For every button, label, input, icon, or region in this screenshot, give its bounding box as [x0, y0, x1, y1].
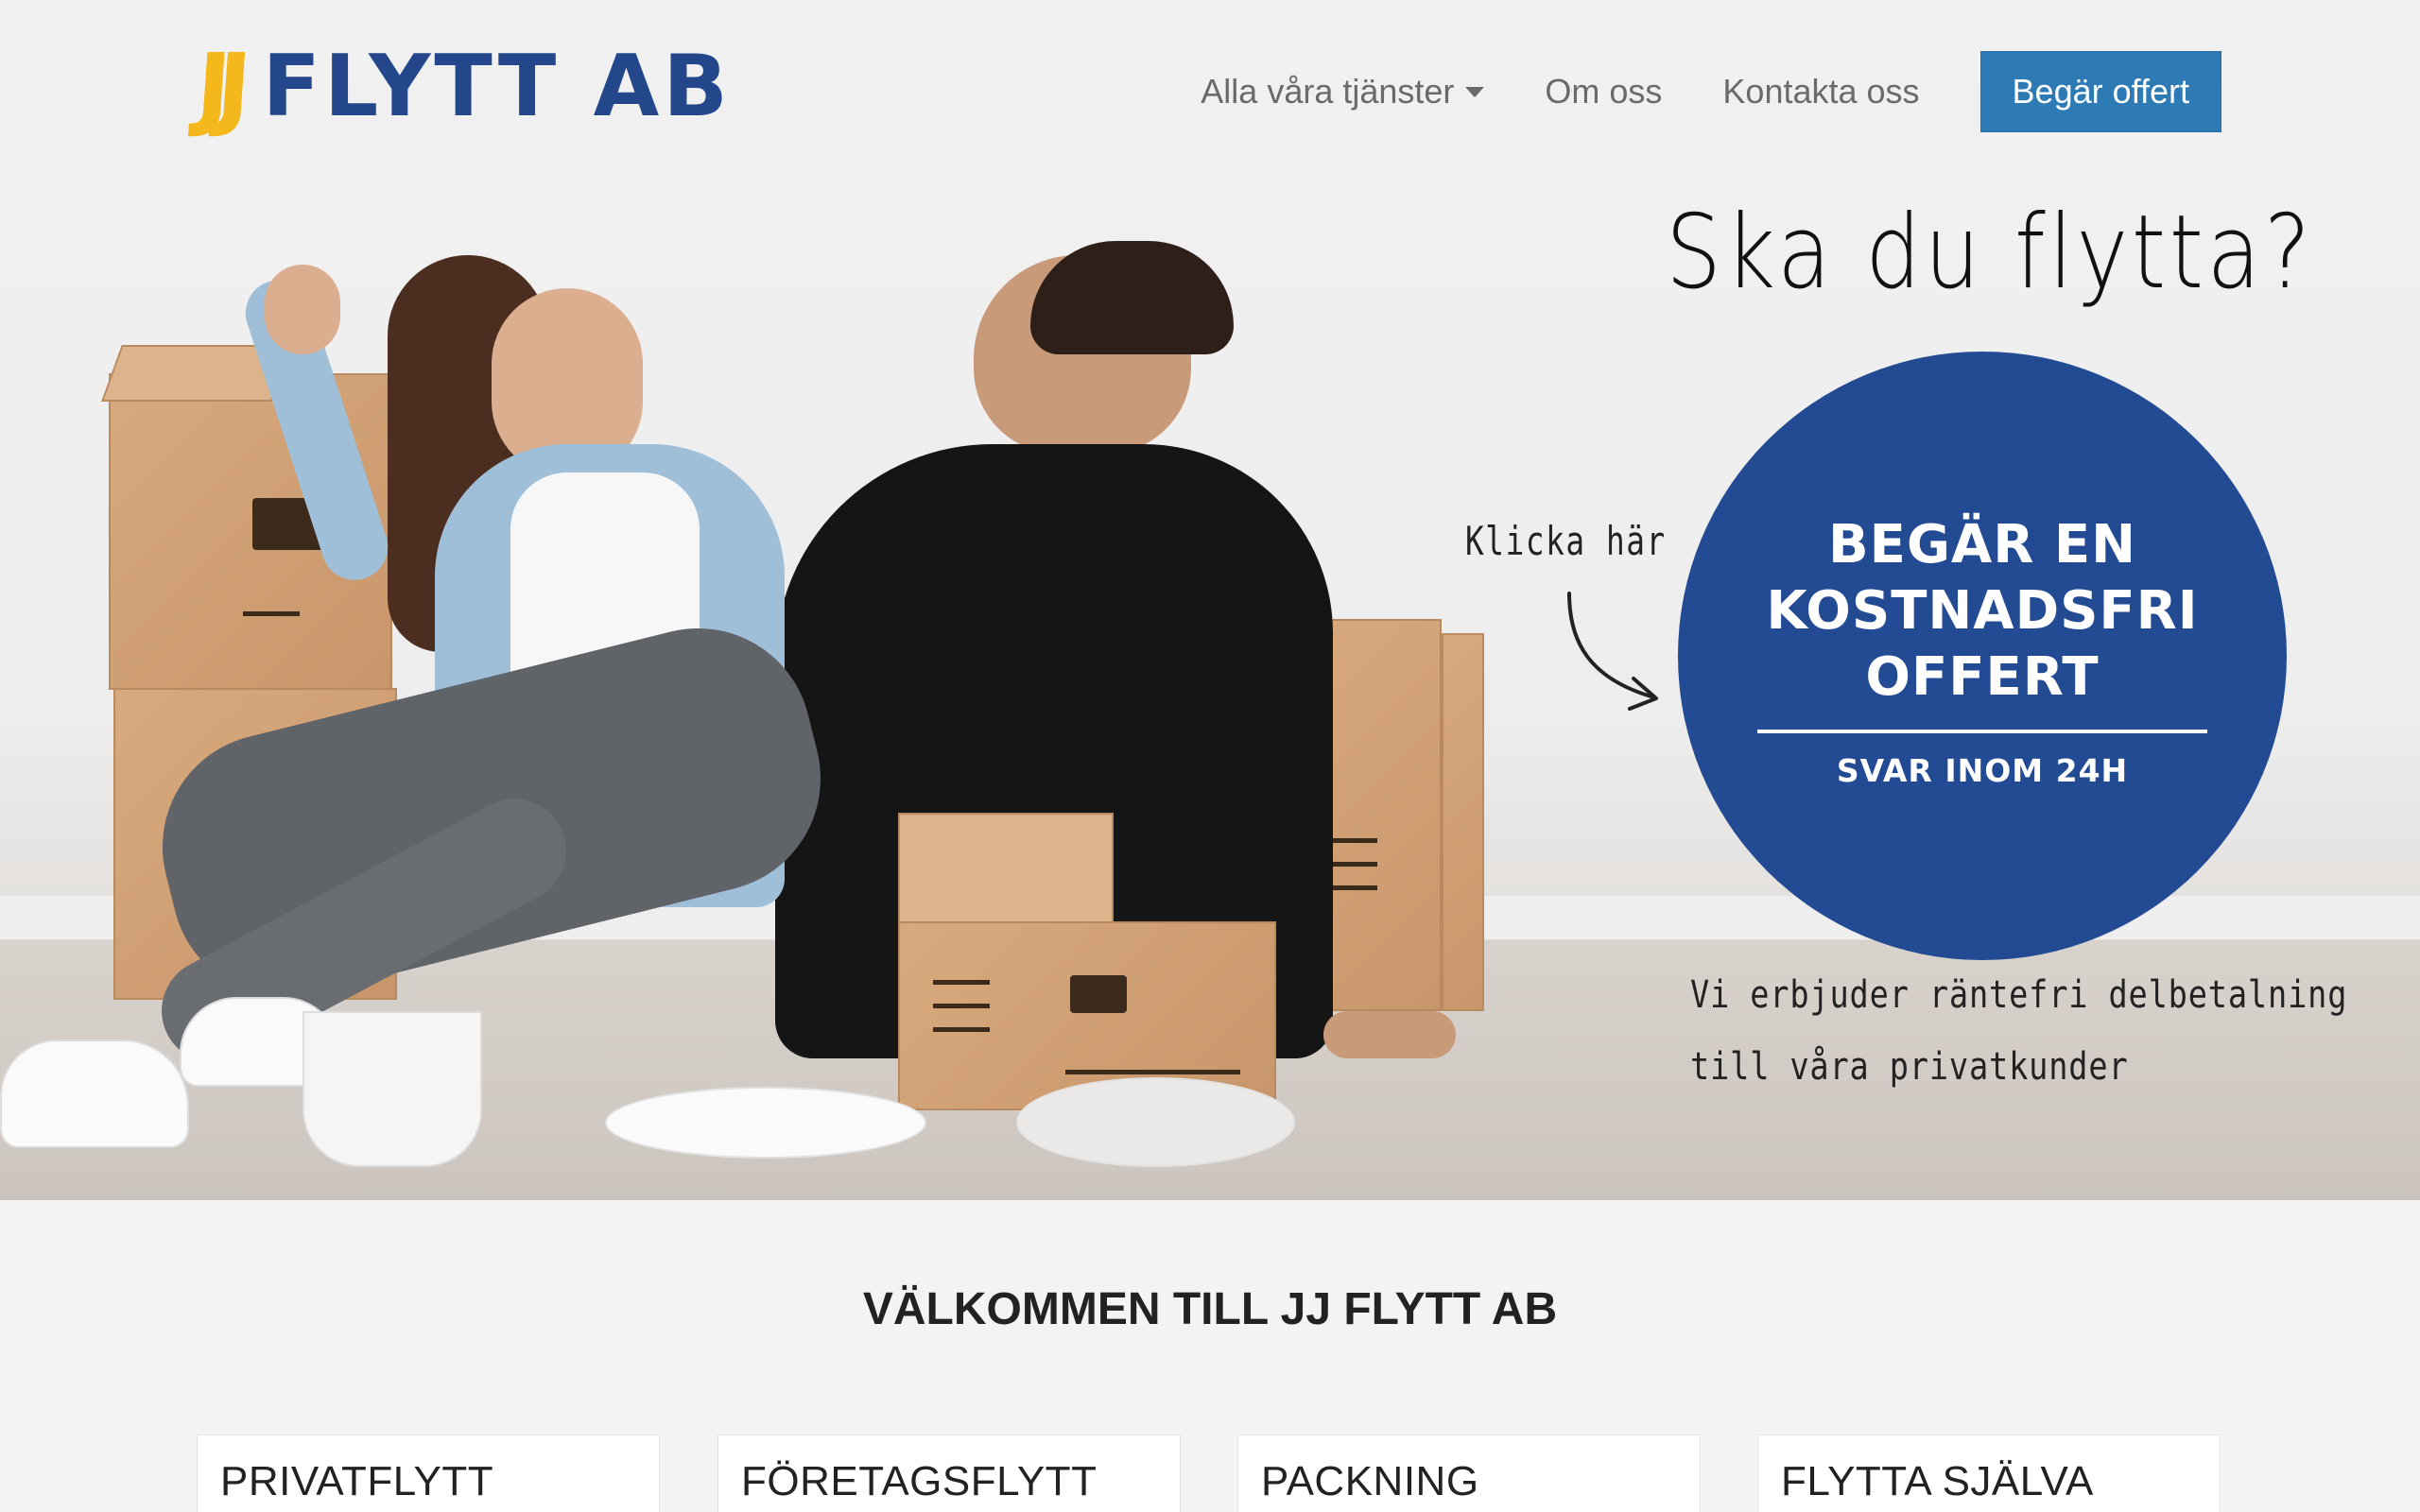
service-card-title: FLYTTA SJÄLVA — [1781, 1458, 2094, 1504]
bowl-stack — [302, 1011, 482, 1167]
nav-services-label: Alla våra tjänster — [1201, 72, 1455, 111]
plate — [605, 1087, 926, 1159]
site-logo[interactable]: JJ FLYTT AB — [193, 34, 732, 140]
request-quote-button[interactable]: Begär offert — [1979, 51, 2221, 132]
hero-headline: Ska du flytta? — [1666, 194, 2314, 312]
circle-divider — [1757, 730, 2207, 733]
service-card-flytta-sjalva[interactable]: FLYTTA SJÄLVA — [1757, 1435, 2221, 1512]
service-card-title: PRIVATFLYTT — [220, 1458, 494, 1504]
hero-banner: JJ FLYTT AB Alla våra tjänster Om oss Ko… — [0, 0, 2420, 1200]
installment-note: Vi erbjuder räntefri delbetalning till v… — [1690, 959, 2347, 1103]
glass-plates — [1016, 1077, 1295, 1167]
service-card-packning[interactable]: PACKNING — [1237, 1435, 1701, 1512]
man-hand — [1323, 1011, 1456, 1058]
installment-note-line-2: till våra privatkunder — [1690, 1045, 2129, 1089]
free-quote-circle-button[interactable]: BEGÄR EN KOSTNADSFRI OFFERT SVAR INOM 24… — [1678, 352, 2287, 960]
logo-text: FLYTT AB — [262, 37, 732, 136]
installment-note-line-1: Vi erbjuder räntefri delbetalning — [1690, 973, 2348, 1017]
front-box-flap — [898, 813, 1114, 934]
curved-arrow-icon — [1567, 592, 1658, 711]
nav-services-dropdown[interactable]: Alla våra tjänster — [1201, 72, 1485, 112]
welcome-title: VÄLKOMMEN TILL JJ FLYTT AB — [862, 1284, 1558, 1334]
service-card-foretagsflytt[interactable]: FÖRETAGSFLYTT — [717, 1435, 1181, 1512]
click-hint: Klicka här — [1465, 518, 1667, 564]
logo-mark: JJ — [193, 34, 242, 140]
woman-sneaker-left — [0, 1040, 189, 1148]
woman-fist — [265, 265, 340, 354]
service-card-privatflytt[interactable]: PRIVATFLYTT — [197, 1435, 660, 1512]
main-nav: Alla våra tjänster Om oss Kontakta oss B… — [1201, 51, 2221, 132]
service-card-title: PACKNING — [1261, 1458, 1479, 1504]
circle-subtitle: SVAR INOM 24H — [1836, 752, 2129, 789]
service-card-title: FÖRETAGSFLYTT — [741, 1458, 1098, 1504]
chevron-down-icon — [1465, 86, 1485, 97]
circle-line-1: BEGÄR EN — [1828, 514, 2136, 576]
front-box-truck-symbol — [1070, 975, 1127, 1013]
nav-about-link[interactable]: Om oss — [1545, 72, 1662, 112]
nav-contact-link[interactable]: Kontakta oss — [1722, 72, 1919, 112]
circle-line-3: OFFERT — [1865, 646, 2100, 708]
circle-line-2: KOSTNADSFRI — [1766, 580, 2199, 642]
box-right-side — [1442, 633, 1484, 1011]
